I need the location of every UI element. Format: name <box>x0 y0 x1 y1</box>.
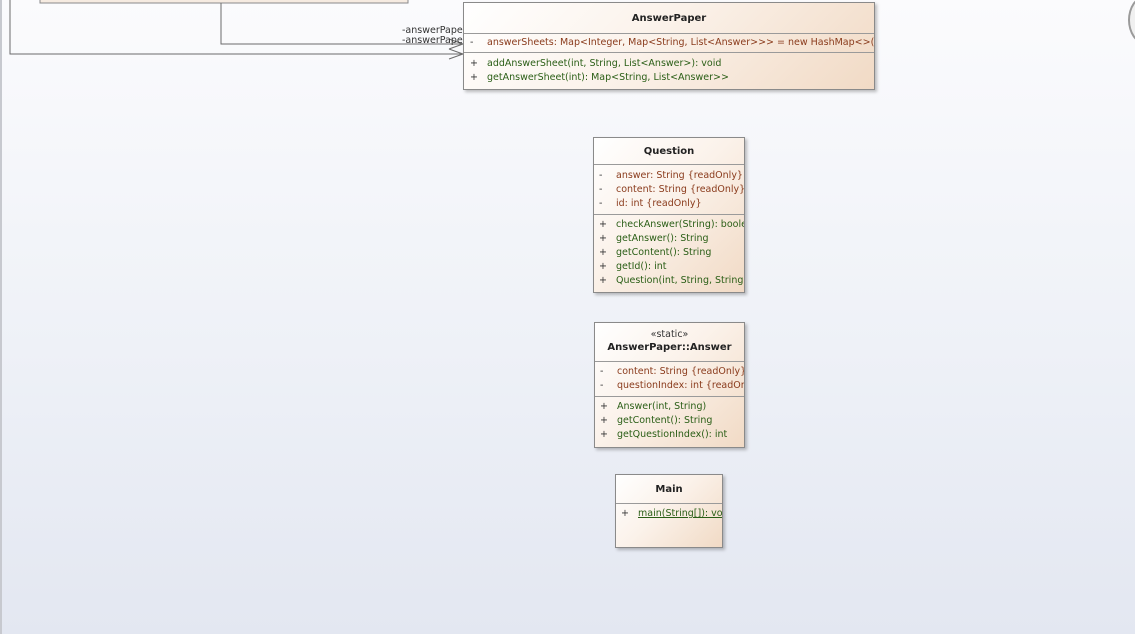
operation-text: getId(): int <box>616 261 667 272</box>
operation-text: Question(int, String, String) <box>616 275 744 286</box>
visibility-marker: + <box>621 508 629 519</box>
association-line-outer[interactable] <box>9 0 463 55</box>
attributes-section: - answer: String {readOnly} - content: S… <box>594 165 744 215</box>
visibility-marker: - <box>599 184 603 195</box>
visibility-marker: + <box>600 415 608 426</box>
role-label-answer-paper-2: -answerPaper <box>402 35 467 46</box>
operation-row[interactable]: + checkAnswer(String): boolean <box>594 218 744 232</box>
operation-row[interactable]: + getAnswer(): String <box>594 232 744 246</box>
operations-section: + checkAnswer(String): boolean + getAnsw… <box>594 215 744 290</box>
operations-section: + Answer(int, String) + getContent(): St… <box>595 397 744 444</box>
attribute-text: answer: String {readOnly} <box>616 170 743 181</box>
operation-text: addAnswerSheet(int, String, List<Answer>… <box>487 58 722 69</box>
class-name: AnswerPaper <box>631 13 707 24</box>
operation-text: getContent(): String <box>617 415 713 426</box>
class-question[interactable]: Question - answer: String {readOnly} - c… <box>593 137 745 293</box>
attribute-row[interactable]: - content: String {readOnly} <box>595 365 744 379</box>
operation-row[interactable]: + getAnswerSheet(int): Map<String, List<… <box>464 71 874 85</box>
visibility-marker: - <box>600 380 604 391</box>
visibility-marker: + <box>599 261 607 272</box>
operation-text-static: main(String[]): void <box>638 508 722 519</box>
operations-section: + addAnswerSheet(int, String, List<Answe… <box>464 53 874 87</box>
operations-section: + main(String[]): void <box>616 504 722 523</box>
association-connectors <box>9 0 465 60</box>
attribute-text: id: int {readOnly} <box>616 198 702 209</box>
operation-row[interactable]: + Question(int, String, String) <box>594 274 744 288</box>
operation-text: checkAnswer(String): boolean <box>616 219 744 230</box>
attribute-text: content: String {readOnly} <box>617 366 744 377</box>
visibility-marker: + <box>599 233 607 244</box>
class-answer[interactable]: «static» AnswerPaper::Answer - content: … <box>594 322 745 448</box>
operation-text: Answer(int, String) <box>617 401 707 412</box>
visibility-marker: - <box>599 198 603 209</box>
partial-class-box[interactable] <box>39 0 409 4</box>
diagram-canvas: -answerPaper -answerPaper AnswerPaper - … <box>0 0 1135 634</box>
operation-row[interactable]: + main(String[]): void <box>616 507 722 521</box>
visibility-marker: + <box>470 72 478 83</box>
operation-row[interactable]: + Answer(int, String) <box>595 400 744 414</box>
visibility-marker: + <box>600 401 608 412</box>
attribute-row[interactable]: - content: String {readOnly} <box>594 183 744 197</box>
attribute-text: content: String {readOnly} <box>616 184 744 195</box>
operation-row[interactable]: + getContent(): String <box>595 414 744 428</box>
operation-text: getAnswer(): String <box>616 233 709 244</box>
attribute-row[interactable]: - id: int {readOnly} <box>594 197 744 211</box>
attributes-section: - answerSheets: Map<Integer, Map<String,… <box>464 34 874 53</box>
attribute-row[interactable]: - questionIndex: int {readOnly} <box>595 379 744 393</box>
class-name: Question <box>643 146 695 157</box>
visibility-marker: + <box>600 429 608 440</box>
operation-row[interactable]: + getQuestionIndex(): int <box>595 428 744 442</box>
attributes-section: - content: String {readOnly} - questionI… <box>595 362 744 397</box>
class-header: Main <box>616 475 722 504</box>
visibility-marker: + <box>599 247 607 258</box>
visibility-marker: - <box>470 37 474 48</box>
stereotype-label: «static» <box>650 329 689 340</box>
attribute-row[interactable]: - answer: String {readOnly} <box>594 169 744 183</box>
operation-row[interactable]: + addAnswerSheet(int, String, List<Answe… <box>464 57 874 71</box>
attribute-text: questionIndex: int {readOnly} <box>617 380 744 391</box>
class-main[interactable]: Main + main(String[]): void <box>615 474 723 548</box>
visibility-marker: + <box>470 58 478 69</box>
attribute-text: answerSheets: Map<Integer, Map<String, L… <box>487 37 874 48</box>
class-header: «static» AnswerPaper::Answer <box>595 323 744 362</box>
operation-text: getQuestionIndex(): int <box>617 429 728 440</box>
visibility-marker: - <box>599 170 603 181</box>
operation-row[interactable]: + getId(): int <box>594 260 744 274</box>
visibility-marker: + <box>599 219 607 230</box>
visibility-marker: - <box>600 366 604 377</box>
attribute-row[interactable]: - answerSheets: Map<Integer, Map<String,… <box>464 36 874 50</box>
class-name: Main <box>655 484 683 495</box>
operation-text: getContent(): String <box>616 247 712 258</box>
class-header: Question <box>594 138 744 165</box>
class-answer-paper[interactable]: AnswerPaper - answerSheets: Map<Integer,… <box>463 2 875 90</box>
visibility-marker: + <box>599 275 607 286</box>
class-name: AnswerPaper::Answer <box>607 342 732 353</box>
class-header: AnswerPaper <box>464 3 874 34</box>
operation-text: getAnswerSheet(int): Map<String, List<An… <box>487 72 729 83</box>
operation-row[interactable]: + getContent(): String <box>594 246 744 260</box>
